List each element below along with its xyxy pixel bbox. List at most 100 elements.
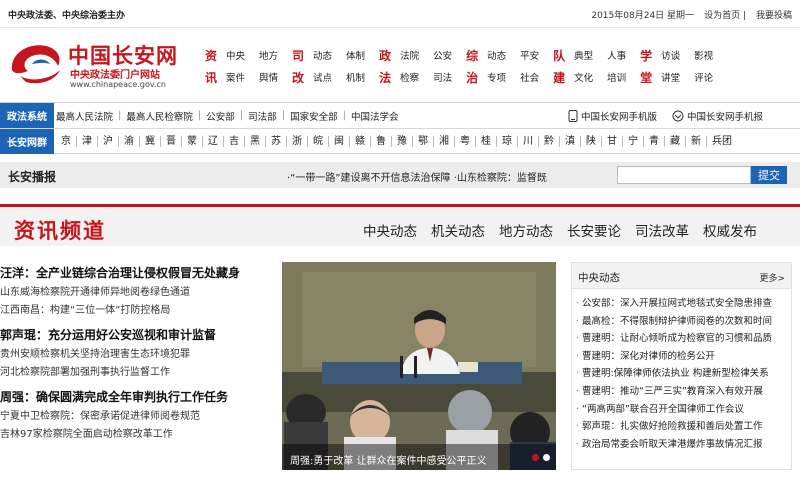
search-submit-button[interactable]: 提交	[751, 166, 787, 184]
province-link[interactable]: 鲁	[371, 136, 392, 147]
province-link[interactable]: 黔	[539, 136, 560, 147]
province-link[interactable]: 兵团	[707, 136, 737, 147]
province-link[interactable]: 豫	[392, 136, 413, 147]
category-link[interactable]: 社会	[520, 70, 539, 84]
mobile-site-link[interactable]: 中国长安网手机版	[568, 109, 657, 123]
list-item-text[interactable]: 政治局常委会听取天津港爆炸事故情况汇报	[582, 439, 763, 450]
province-link[interactable]: 黑	[245, 136, 266, 147]
list-item[interactable]: · 曹建明：深化对律师的检务公开	[576, 348, 791, 366]
province-link[interactable]: 甘	[602, 136, 623, 147]
category-link[interactable]: 文化	[574, 70, 593, 84]
category-link[interactable]: 地方	[259, 48, 278, 62]
tab-judicial-reform[interactable]: 司法改革	[635, 220, 689, 240]
category-link[interactable]: 司法	[433, 70, 452, 84]
province-link[interactable]: 湘	[434, 136, 455, 147]
list-item[interactable]: · 曹建明：推动“三严三实”教育深入有效开展	[576, 383, 791, 401]
category-head[interactable]: 学	[640, 47, 654, 64]
province-link[interactable]: 晋	[161, 136, 182, 147]
list-item-text[interactable]: 最高检：不得限制辩护律师阅卷的次数和时间	[582, 316, 772, 327]
list-item[interactable]: · 政治局常委会听取天津港爆炸事故情况汇报	[576, 436, 791, 454]
list-item[interactable]: · 郭声琨：扎实做好抢险救援和善后处置工作	[576, 418, 791, 436]
province-link[interactable]: 苏	[266, 136, 287, 147]
news-link[interactable]: 河北检察院部署加强刑事执行监督工作	[0, 364, 278, 382]
category-head[interactable]: 法	[379, 69, 393, 86]
category-head[interactable]: 政	[379, 47, 393, 64]
news-link[interactable]: 宁夏中卫检察院：保密承诺促进律师阅卷规范	[0, 408, 278, 426]
list-item[interactable]: · 公安部：深入开展拉网式地毯式安全隐患排查	[576, 295, 791, 313]
more-link[interactable]: 更多>	[759, 271, 785, 284]
category-link[interactable]: 舆情	[259, 70, 278, 84]
province-link[interactable]: 川	[518, 136, 539, 147]
set-home-link[interactable]: 设为首页 |	[704, 8, 746, 21]
province-link[interactable]: 吉	[224, 136, 245, 147]
category-head[interactable]: 综	[466, 47, 480, 64]
category-link[interactable]: 人事	[607, 48, 626, 62]
category-link[interactable]: 机制	[346, 70, 365, 84]
slide-dot-1[interactable]	[532, 454, 539, 461]
category-link[interactable]: 案件	[226, 70, 245, 84]
photo-caption[interactable]: 周强:勇于改革 让群众在案件中感受公平正义	[282, 444, 556, 470]
category-head[interactable]: 讯	[205, 69, 219, 86]
category-link[interactable]: 讲堂	[661, 70, 680, 84]
province-link[interactable]: 琼	[497, 136, 518, 147]
province-link[interactable]: 皖	[308, 136, 329, 147]
province-link[interactable]: 津	[77, 136, 98, 147]
province-link[interactable]: 京	[56, 136, 77, 147]
province-link[interactable]: 闽	[329, 136, 350, 147]
province-link[interactable]: 粤	[455, 136, 476, 147]
province-link[interactable]: 蒙	[182, 136, 203, 147]
category-head[interactable]: 司	[292, 47, 306, 64]
system-link[interactable]: 最高人民法院	[56, 109, 113, 123]
list-item-text[interactable]: 曹建明：让耐心倾听成为检察官的习惯和品质	[582, 333, 772, 344]
province-link[interactable]: 宁	[623, 136, 644, 147]
system-link[interactable]: 中国法学会	[351, 109, 399, 123]
province-link[interactable]: 赣	[350, 136, 371, 147]
category-head[interactable]: 改	[292, 69, 306, 86]
system-link[interactable]: 公安部	[206, 109, 235, 123]
system-link[interactable]: 司法部	[248, 109, 277, 123]
list-item-text[interactable]: 公安部：深入开展拉网式地毯式安全隐患排查	[582, 298, 772, 309]
system-link[interactable]: 最高人民检察院	[126, 109, 193, 123]
list-item-text[interactable]: 曹建明:保障律师依法执业 构建新型检律关系	[582, 368, 769, 379]
site-logo[interactable]: 中国长安网 中央政法委门户网站 www.chinapeace.gov.cn	[6, 38, 196, 94]
category-link[interactable]: 典型	[574, 48, 593, 62]
category-link[interactable]: 访谈	[661, 48, 680, 62]
category-link[interactable]: 培训	[607, 70, 626, 84]
category-link[interactable]: 法院	[400, 48, 419, 62]
category-head[interactable]: 资	[205, 47, 219, 64]
submit-article-link[interactable]: 我要投稿	[756, 8, 792, 21]
category-link[interactable]: 动态	[313, 48, 332, 62]
tab-commentary[interactable]: 长安要论	[567, 220, 621, 240]
news-link[interactable]: 山东威海检察院开通律师异地阅卷绿色通道	[0, 284, 278, 302]
broadcast-ticker[interactable]: ·“一带一路”建设离不开信息法治保障 ·山东检察院：监督既	[287, 169, 617, 184]
province-link[interactable]: 桂	[476, 136, 497, 147]
search-input[interactable]	[617, 166, 751, 184]
system-link[interactable]: 国家安全部	[290, 109, 338, 123]
category-head[interactable]: 堂	[640, 69, 654, 86]
headline-link[interactable]: 周强：确保圆满完成全年审判执行工作任务	[0, 386, 278, 408]
list-item-text[interactable]: 郭声琨：扎实做好抢险救援和善后处置工作	[582, 421, 763, 432]
news-link[interactable]: 贵州安顺检察机关坚持治理害生态环境犯罪	[0, 346, 278, 364]
category-link[interactable]: 平安	[520, 48, 539, 62]
news-link[interactable]: 江西南昌：构建“三位一体”打防控格局	[0, 302, 278, 320]
province-link[interactable]: 新	[686, 136, 707, 147]
province-link[interactable]: 鄂	[413, 136, 434, 147]
province-link[interactable]: 滇	[560, 136, 581, 147]
list-item[interactable]: · 曹建明：让耐心倾听成为检察官的习惯和品质	[576, 330, 791, 348]
list-item[interactable]: · “两高两部”联合召开全国律师工作会议	[576, 401, 791, 419]
headline-link[interactable]: 汪洋：全产业链综合治理让侵权假冒无处藏身	[0, 262, 278, 284]
province-link[interactable]: 青	[644, 136, 665, 147]
slide-dot-2[interactable]	[543, 454, 550, 461]
province-link[interactable]: 沪	[98, 136, 119, 147]
category-link[interactable]: 评论	[694, 70, 713, 84]
list-item-text[interactable]: “两高两部”联合召开全国律师工作会议	[582, 404, 744, 415]
category-link[interactable]: 体制	[346, 48, 365, 62]
category-head[interactable]: 队	[553, 47, 567, 64]
category-link[interactable]: 专项	[487, 70, 506, 84]
tab-local-news[interactable]: 地方动态	[499, 220, 553, 240]
province-link[interactable]: 陕	[581, 136, 602, 147]
mobile-paper-link[interactable]: 中国长安网手机报	[672, 109, 763, 123]
category-link[interactable]: 中央	[226, 48, 245, 62]
news-link[interactable]: 吉林97家检察院全面启动检察改革工作	[0, 426, 278, 444]
category-link[interactable]: 检察	[400, 70, 419, 84]
